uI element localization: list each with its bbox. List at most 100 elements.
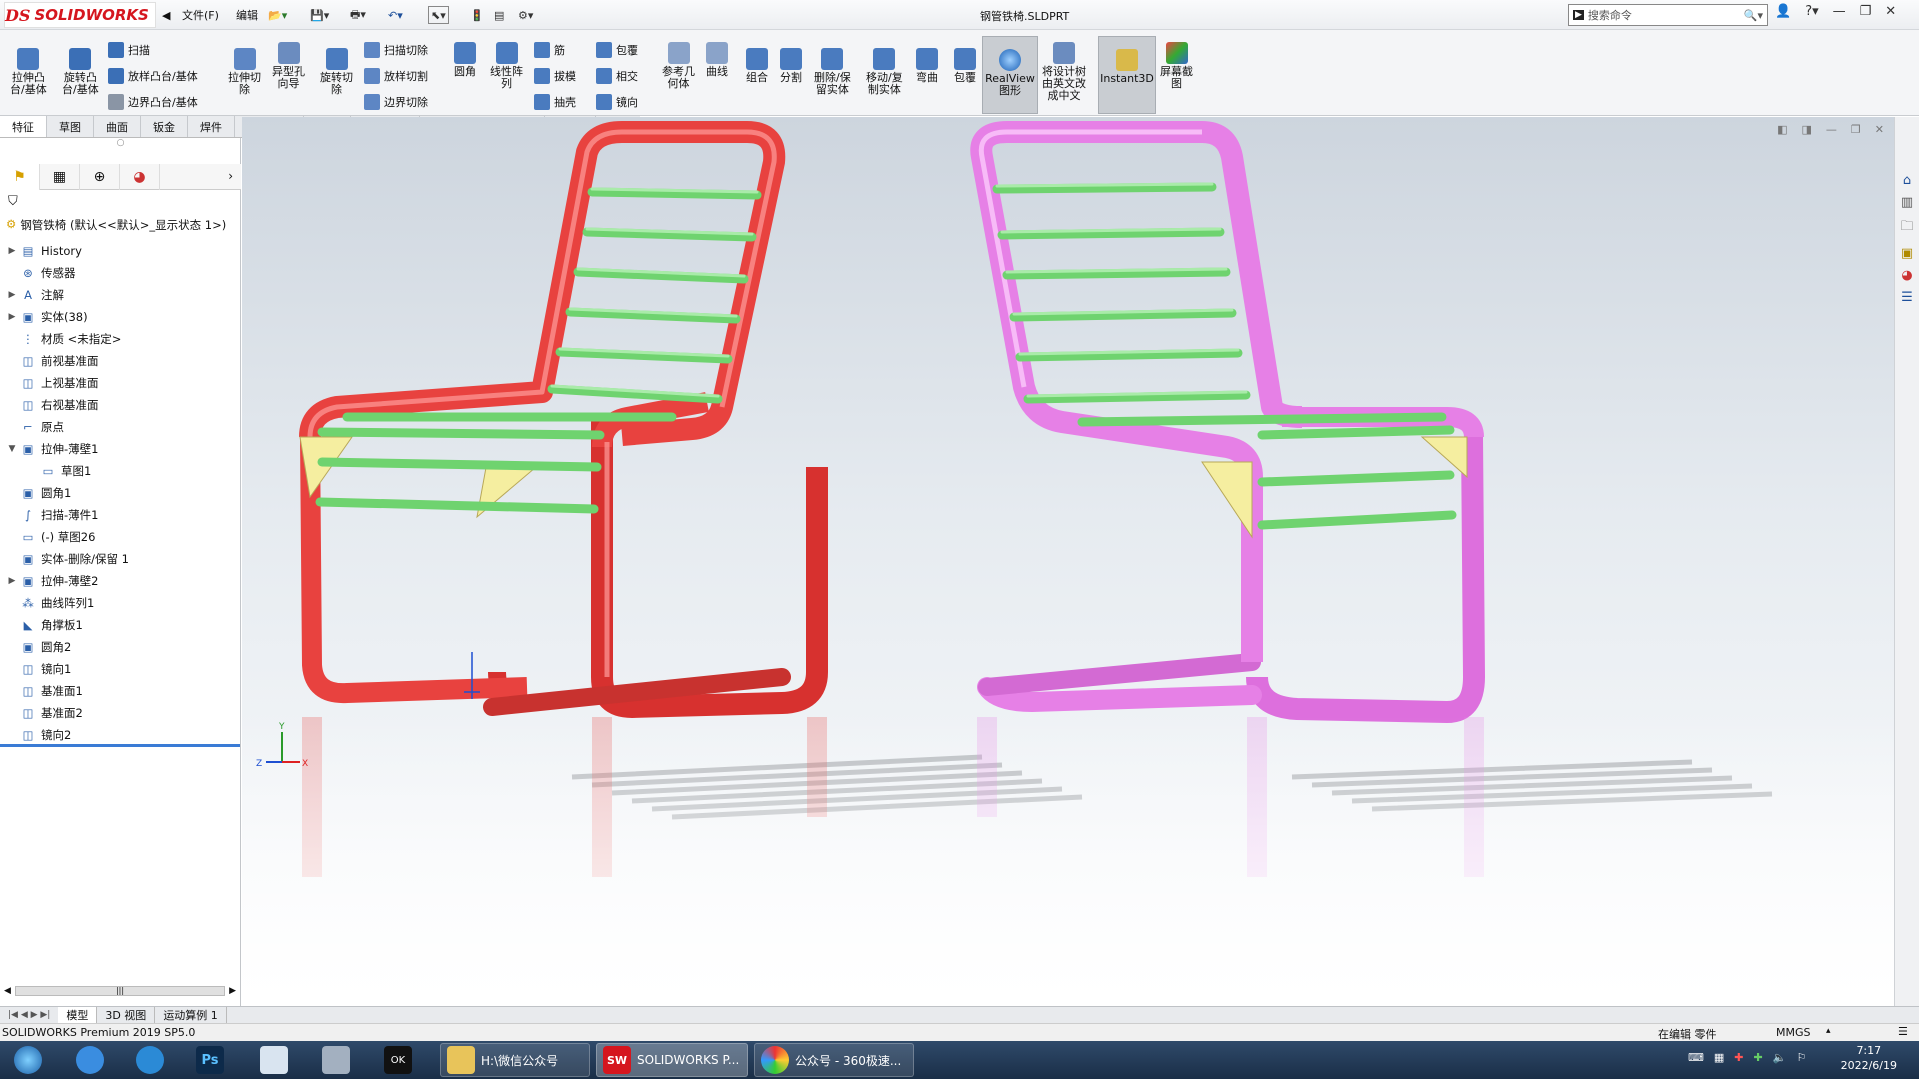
graphics-area[interactable]: Y X Z ◧ ◨ — ❐ ✕ [242,117,1894,1006]
select-icon[interactable]: ⬉▾ [428,6,449,24]
bottom-tab-2[interactable]: 运动算例 1 [155,1007,227,1023]
tree-item[interactable]: ◫ 上视基准面 [6,372,99,394]
units-selector[interactable]: MMGS [1776,1026,1811,1039]
search-icon[interactable]: 🔍▾ [1744,9,1767,22]
viewport-restore-button[interactable]: ❐ [1851,123,1861,136]
menu-expand-icon[interactable]: ◀ [162,6,170,24]
tree-item[interactable]: ▣ 实体-删除/保留 1 [6,548,129,570]
expand-toggle-icon[interactable]: ▶ [6,576,18,586]
restore-button[interactable]: ❐ [1860,4,1872,19]
bottom-tab-0[interactable]: 模型 [58,1007,98,1023]
viewport-tile-left-icon[interactable]: ◧ [1777,123,1787,136]
tree-item[interactable]: ⊛ 传感器 [6,262,75,284]
search-mode-icon[interactable]: ▶ [1573,10,1584,20]
tree-item[interactable]: ▶ ▣ 拉伸-薄壁2 [6,570,99,592]
tree-item[interactable]: ▼ ▣ 拉伸-薄壁1 [6,438,99,460]
resources-home-icon[interactable]: ⌂ [1903,173,1911,188]
undo-icon[interactable]: ↶▾ [388,6,403,24]
menu-edit[interactable]: 编辑 [236,6,258,24]
user-icon[interactable]: 👤 [1775,4,1791,19]
tray-shield-icon[interactable]: ✚ [1754,1051,1763,1064]
swept-cut-button[interactable]: 扫描切除 [364,42,428,58]
tab-4[interactable]: 焊件 [188,116,235,137]
flex-button[interactable]: 弯曲 [916,48,938,84]
tree-horizontal-scrollbar[interactable]: ◀ ||| ▶ [4,984,236,998]
pink-chair-model[interactable] [970,121,1485,723]
save-icon[interactable]: 💾▾ [310,6,329,24]
wrap-button[interactable]: 包覆 [596,42,638,58]
tray-network-icon[interactable]: ▦ [1714,1051,1724,1064]
file-properties-icon[interactable]: ▤ [494,6,504,24]
taskbar-browser-window[interactable]: 公众号 - 360极速... [754,1043,914,1077]
taskbar-app-4[interactable] [254,1043,294,1077]
intersect-button[interactable]: 相交 [596,68,638,84]
tree-item[interactable]: ▣ 圆角1 [6,482,72,504]
search-input[interactable]: 搜索命令 [1588,7,1740,23]
tree-item[interactable]: ◫ 基准面1 [6,680,83,702]
taskbar-app-6[interactable]: OK [378,1043,418,1077]
taskbar-app-1[interactable] [70,1043,110,1077]
tray-security-icon[interactable]: ✚ [1734,1051,1743,1064]
loft-boss-button[interactable]: 放样凸台/基体 [108,68,198,84]
tab-scroll-arrows[interactable]: |◀ ◀ ▶ ▶| [0,1010,58,1020]
tree-item[interactable]: ▭ 草图1 [26,460,92,482]
expand-toggle-icon[interactable]: ▶ [6,290,18,300]
move-copy-body-button[interactable]: 移动/复 制实体 [866,48,903,96]
panel-expand-icon[interactable]: › [160,164,241,189]
tab-1[interactable]: 草图 [47,116,94,137]
draft-button[interactable]: 拔模 [534,68,576,84]
units-dropdown-icon[interactable]: ▴ [1826,1026,1831,1036]
tray-flag-icon[interactable]: ⚐ [1796,1051,1806,1064]
expand-toggle-icon[interactable]: ▶ [6,312,18,322]
tree-item[interactable]: ⋮ 材质 <未指定> [6,328,121,350]
property-manager-tab[interactable]: ▦ [40,164,80,190]
tree-item[interactable]: ◫ 镜向1 [6,658,72,680]
scrollbar-thumb[interactable]: ||| [14,986,226,996]
expand-toggle-icon[interactable]: ▶ [6,246,18,256]
tree-item[interactable]: ◣ 角撑板1 [6,614,83,636]
file-explorer-icon[interactable]: 🗀 [1900,217,1913,239]
tray-keyboard-icon[interactable]: ⌨ [1688,1051,1704,1064]
start-button[interactable] [8,1043,48,1077]
tree-item[interactable]: ⌐ 原点 [6,416,64,438]
extrude-boss-button[interactable]: 拉伸凸 台/基体 [10,48,47,96]
viewport-tile-right-icon[interactable]: ◨ [1802,123,1812,136]
lofted-cut-button[interactable]: 放样切割 [364,68,428,84]
tree-root[interactable]: ⚙ 钢管铁椅 (默认<<默认>_显示状态 1>) [6,217,226,233]
tab-3[interactable]: 钣金 [141,116,188,137]
extrude-cut-button[interactable]: 拉伸切 除 [228,48,261,96]
filter-icon[interactable]: ⛉ [8,194,18,209]
instant3d-button[interactable]: Instant3D [1098,36,1156,114]
view-palette-icon[interactable]: ▣ [1901,246,1913,261]
custom-properties-icon[interactable]: ☰ [1901,290,1913,305]
tree-item[interactable]: ▭ (-) 草图26 [6,526,96,548]
combine-button[interactable]: 组合 [746,48,768,84]
split-button[interactable]: 分割 [780,48,802,84]
print-icon[interactable]: 🖶▾ [350,6,366,24]
wrap-large-button[interactable]: 包覆 [954,48,976,84]
rebuild-icon[interactable]: 🚦 [470,6,484,24]
hole-wizard-button[interactable]: 异型孔 向导 [272,42,305,90]
linear-pattern-button[interactable]: 线性阵 列 [490,42,523,90]
status-customize-icon[interactable]: ☰ [1898,1025,1908,1038]
taskbar-app-5[interactable] [316,1043,356,1077]
help-icon[interactable]: ?▾ [1805,4,1818,19]
translate-tree-button[interactable]: 将设计树 由英文改 成中文 [1042,42,1086,102]
mirror-button[interactable]: 镜向 [596,94,638,110]
open-icon[interactable]: 📂▾ [268,6,287,24]
curves-button[interactable]: 曲线 [706,42,728,78]
tree-item[interactable]: ◫ 基准面2 [6,702,83,724]
sweep-button[interactable]: 扫描 [108,42,150,58]
search-box[interactable]: ▶ 搜索命令 🔍▾ [1568,4,1768,26]
tree-item[interactable]: ▣ 圆角2 [6,636,72,658]
red-chair-model[interactable] [299,121,828,718]
boundary-boss-button[interactable]: 边界凸台/基体 [108,94,198,110]
realview-button[interactable]: RealView 图形 [982,36,1038,114]
menu-file[interactable]: 文件(F) [182,6,219,24]
options-gear-icon[interactable]: ⚙▾ [518,6,533,24]
viewport-close-button[interactable]: ✕ [1875,123,1884,136]
taskbar-clock[interactable]: 7:17 2022/6/19 [1841,1043,1897,1073]
solidworks-logo[interactable]: DS SOLIDWORKS [4,2,156,28]
rollback-bar[interactable] [0,744,240,747]
tray-volume-icon[interactable]: 🔈 [1773,1051,1787,1064]
